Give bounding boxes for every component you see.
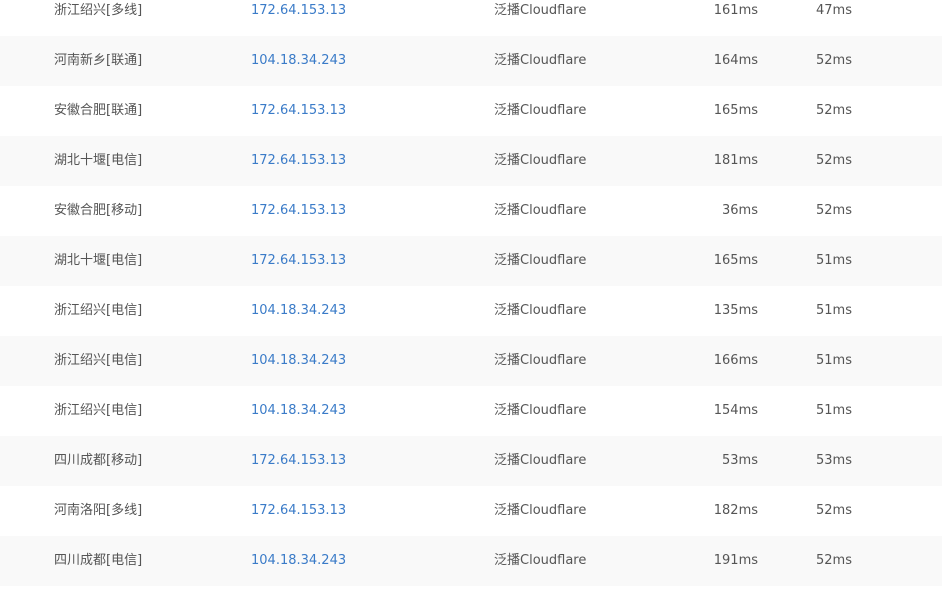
table-row: 浙江绍兴[电信] 104.18.34.243 泛播Cloudflare 166m… — [0, 336, 942, 386]
location-cell: 湖北十堰[电信] — [54, 253, 143, 268]
ip-link[interactable]: 104.18.34.243 — [251, 286, 346, 336]
isp-cell: 泛播Cloudflare — [494, 453, 587, 468]
ping-time-cell: 47ms — [816, 3, 852, 18]
table-row: 湖北十堰[电信] 172.64.153.13 泛播Cloudflare 165m… — [0, 236, 942, 286]
table-row: 河南新乡[联通] 104.18.34.243 泛播Cloudflare 164m… — [0, 36, 942, 86]
response-time-cell: 165ms — [713, 103, 758, 118]
location-cell: 河南洛阳[多线] — [54, 503, 143, 518]
table-row: 浙江绍兴[电信] 104.18.34.243 泛播Cloudflare 135m… — [0, 286, 942, 336]
location-cell: 浙江绍兴[多线] — [54, 3, 143, 18]
ip-link[interactable]: 172.64.153.13 — [251, 486, 346, 536]
response-time-cell: 36ms — [722, 203, 758, 218]
ip-link[interactable]: 104.18.34.243 — [251, 386, 346, 436]
ip-link[interactable]: 172.64.153.13 — [251, 86, 346, 136]
location-cell: 湖北十堰[电信] — [54, 153, 143, 168]
response-time-cell: 166ms — [713, 353, 758, 368]
location-cell: 四川成都[移动] — [54, 453, 143, 468]
response-time-cell: 53ms — [722, 453, 758, 468]
isp-cell: 泛播Cloudflare — [494, 53, 587, 68]
location-cell: 浙江绍兴[电信] — [54, 353, 143, 368]
response-time-cell: 182ms — [713, 503, 758, 518]
location-cell: 安徽合肥[移动] — [54, 203, 143, 218]
ping-time-cell: 51ms — [816, 403, 852, 418]
isp-cell: 泛播Cloudflare — [494, 353, 587, 368]
ip-link[interactable]: 172.64.153.13 — [251, 136, 346, 186]
ping-time-cell: 52ms — [816, 153, 852, 168]
location-cell: 四川成都[电信] — [54, 553, 143, 568]
location-cell: 河南新乡[联通] — [54, 53, 143, 68]
response-time-cell: 181ms — [713, 153, 758, 168]
response-time-cell: 154ms — [713, 403, 758, 418]
results-table: 浙江绍兴[多线] 172.64.153.13 泛播Cloudflare 161m… — [0, 0, 942, 586]
isp-cell: 泛播Cloudflare — [494, 103, 587, 118]
isp-cell: 泛播Cloudflare — [494, 203, 587, 218]
response-time-cell: 164ms — [713, 53, 758, 68]
ip-link[interactable]: 104.18.34.243 — [251, 36, 346, 86]
ip-link[interactable]: 172.64.153.13 — [251, 0, 346, 36]
table-row: 安徽合肥[移动] 172.64.153.13 泛播Cloudflare 36ms… — [0, 186, 942, 236]
response-time-cell: 165ms — [713, 253, 758, 268]
ping-time-cell: 51ms — [816, 353, 852, 368]
ip-link[interactable]: 104.18.34.243 — [251, 336, 346, 386]
table-row: 四川成都[电信] 104.18.34.243 泛播Cloudflare 191m… — [0, 536, 942, 586]
response-time-cell: 191ms — [713, 553, 758, 568]
table-row: 安徽合肥[联通] 172.64.153.13 泛播Cloudflare 165m… — [0, 86, 942, 136]
location-cell: 安徽合肥[联通] — [54, 103, 143, 118]
location-cell: 浙江绍兴[电信] — [54, 303, 143, 318]
ip-link[interactable]: 172.64.153.13 — [251, 236, 346, 286]
isp-cell: 泛播Cloudflare — [494, 303, 587, 318]
ping-time-cell: 51ms — [816, 303, 852, 318]
isp-cell: 泛播Cloudflare — [494, 153, 587, 168]
ping-time-cell: 53ms — [816, 453, 852, 468]
table-row: 河南洛阳[多线] 172.64.153.13 泛播Cloudflare 182m… — [0, 486, 942, 536]
isp-cell: 泛播Cloudflare — [494, 503, 587, 518]
ip-link[interactable]: 104.18.34.243 — [251, 536, 346, 586]
response-time-cell: 135ms — [713, 303, 758, 318]
ping-time-cell: 52ms — [816, 53, 852, 68]
table-row: 浙江绍兴[多线] 172.64.153.13 泛播Cloudflare 161m… — [0, 0, 942, 36]
table-row: 湖北十堰[电信] 172.64.153.13 泛播Cloudflare 181m… — [0, 136, 942, 186]
isp-cell: 泛播Cloudflare — [494, 553, 587, 568]
ping-time-cell: 52ms — [816, 103, 852, 118]
ping-time-cell: 52ms — [816, 203, 852, 218]
ip-link[interactable]: 172.64.153.13 — [251, 186, 346, 236]
table-row: 浙江绍兴[电信] 104.18.34.243 泛播Cloudflare 154m… — [0, 386, 942, 436]
response-time-cell: 161ms — [713, 3, 758, 18]
isp-cell: 泛播Cloudflare — [494, 3, 587, 18]
ping-time-cell: 52ms — [816, 503, 852, 518]
ping-time-cell: 52ms — [816, 553, 852, 568]
ip-link[interactable]: 172.64.153.13 — [251, 436, 346, 486]
location-cell: 浙江绍兴[电信] — [54, 403, 143, 418]
table-row: 四川成都[移动] 172.64.153.13 泛播Cloudflare 53ms… — [0, 436, 942, 486]
ping-time-cell: 51ms — [816, 253, 852, 268]
isp-cell: 泛播Cloudflare — [494, 253, 587, 268]
isp-cell: 泛播Cloudflare — [494, 403, 587, 418]
